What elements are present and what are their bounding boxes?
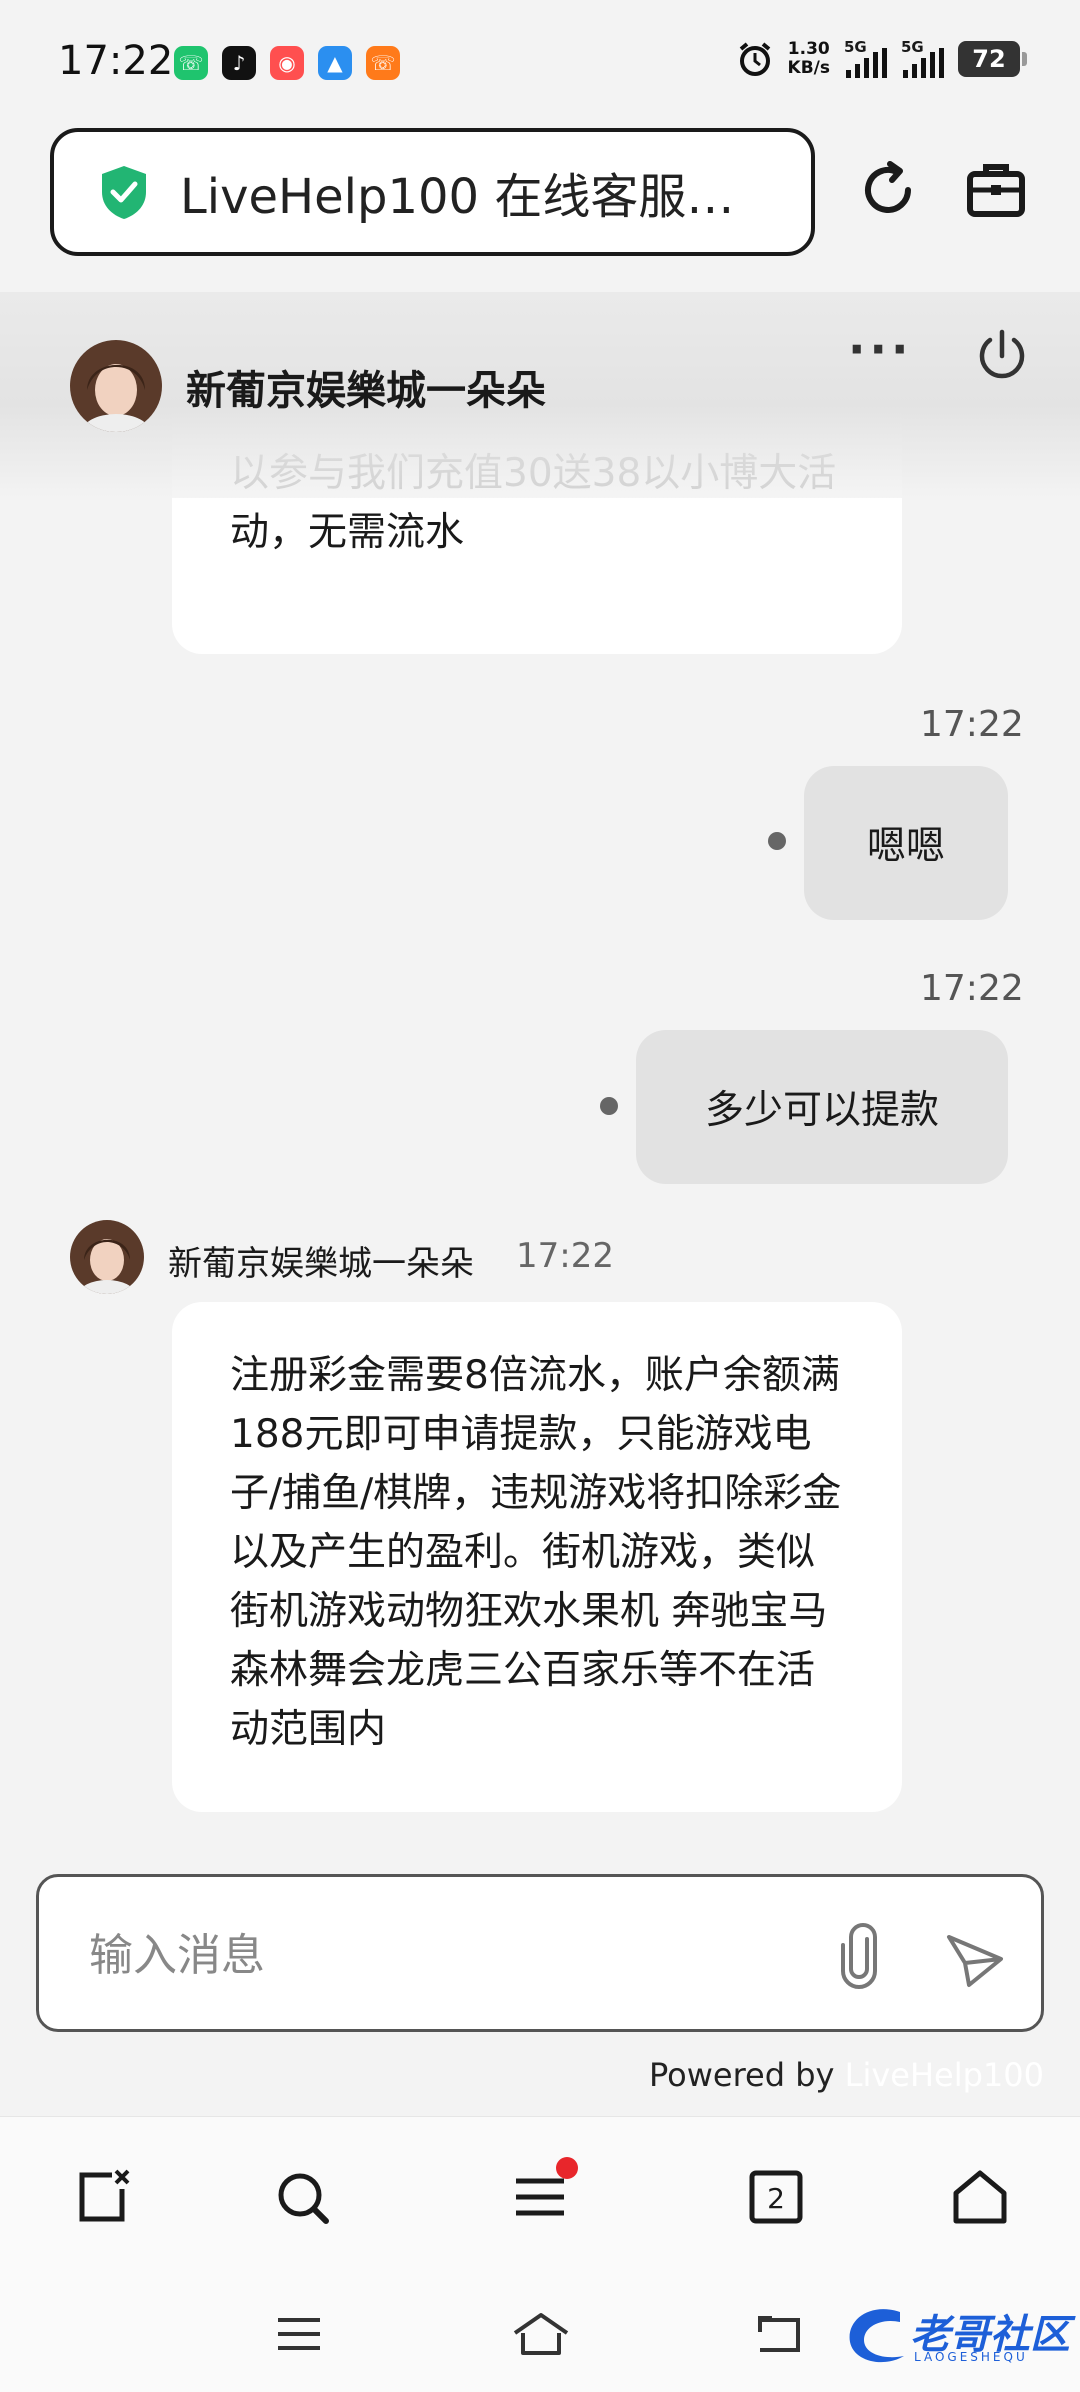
network-speed: 1.30 KB/s [787,39,830,78]
message-time: 17:22 [920,968,1024,1009]
status-time: 17:22 [58,38,174,84]
svg-text:2: 2 [767,2182,785,2215]
system-home-button[interactable] [506,2304,576,2364]
reload-icon [865,161,911,213]
outgoing-message-bubble: 多少可以提款 [636,1030,1008,1184]
secure-shield-icon [102,166,146,219]
wechat-notification-icon: ☏ [174,46,208,80]
system-icons: 1.30 KB/s 5G 5G 72 [736,38,1027,78]
message-time: 17:22 [516,1236,614,1276]
status-bar: 17:22 ☏ ♪ ◉ ▲ ☏ 1.30 KB/s 5G 5G 72 [0,0,1080,120]
watermark-logo: 老哥社区 LAOGESHEQU [840,2298,1070,2378]
recent-apps-icon [278,2318,320,2350]
alarm-icon [739,42,770,76]
system-nav-bar: 老哥社区 LAOGESHEQU [0,2276,1080,2392]
chat-header: 新葡京娱樂城一朵朵 ··· [0,292,1080,498]
chat-notification-icon: ☏ [366,46,400,80]
more-options-button[interactable]: ··· [848,322,912,376]
recent-apps-button[interactable] [264,2304,334,2364]
end-chat-power-icon[interactable] [970,324,1034,388]
signal-sim2-icon: 5G [901,38,944,78]
back-icon [758,2316,800,2352]
toolbox-button[interactable] [956,150,1036,230]
home-icon [953,2170,1007,2224]
toolbox-icon [967,164,1025,217]
notification-icons: ☏ ♪ ◉ ▲ ☏ [174,46,400,80]
powered-by: Powered by LiveHelp100 [649,2056,1044,2094]
search-button[interactable] [262,2157,342,2237]
powered-by-label: Powered by [648,2056,835,2094]
back-button[interactable] [744,2304,814,2364]
tabs-icon: 2 [749,2170,803,2224]
dragon-logo-icon [849,2309,904,2363]
search-icon [278,2173,329,2224]
system-home-icon [513,2313,569,2355]
shopping-notification-icon: ◉ [270,46,304,80]
page-title: LiveHelp100 在线客服… [180,169,735,225]
attachment-icon[interactable] [819,1917,899,1997]
message-input[interactable] [89,1925,789,1985]
outgoing-message-bubble: 嗯嗯 [804,766,1008,920]
home-button[interactable] [940,2157,1020,2237]
notification-badge [556,2157,578,2179]
powered-by-link[interactable]: LiveHelp100 [845,2056,1044,2094]
incoming-message-bubble: 注册彩金需要8倍流水，账户余额满188元即可申请提款，只能游戏电子/捕鱼/棋牌，… [172,1302,902,1812]
message-text: 注册彩金需要8倍流水，账户余额满188元即可申请提款，只能游戏电子/捕鱼/棋牌，… [230,1353,842,1752]
message-list[interactable]: 以参与我们充值30送38以小博大活动，无需流水 17:22 嗯嗯 17:22 多… [0,400,1080,1860]
message-composer [36,1874,1044,2032]
tabs-button[interactable]: 2 [736,2157,816,2237]
cloud-notification-icon: ▲ [318,46,352,80]
message-text: 多少可以提款 [704,1088,939,1133]
browser-bottom-nav: 2 [0,2116,1080,2276]
send-icon[interactable] [935,1919,1015,1999]
close-page-icon [79,2169,130,2222]
message-time: 17:22 [920,704,1024,745]
message-text: 嗯嗯 [866,824,945,869]
sender-name: 新葡京娱樂城一朵朵 [168,1244,474,1284]
signal-sim1-icon: 5G [844,38,887,78]
close-page-button[interactable] [62,2157,142,2237]
agent-name: 新葡京娱樂城一朵朵 [186,368,546,414]
menu-button[interactable] [500,2157,580,2237]
battery-indicator: 72 [958,41,1027,77]
read-status-dot [600,1097,618,1115]
reload-button[interactable] [848,150,928,230]
tiktok-notification-icon: ♪ [222,46,256,80]
address-bar[interactable]: LiveHelp100 在线客服… [50,128,815,256]
agent-avatar [70,1220,144,1294]
read-status-dot [768,832,786,850]
agent-avatar[interactable] [70,340,162,432]
